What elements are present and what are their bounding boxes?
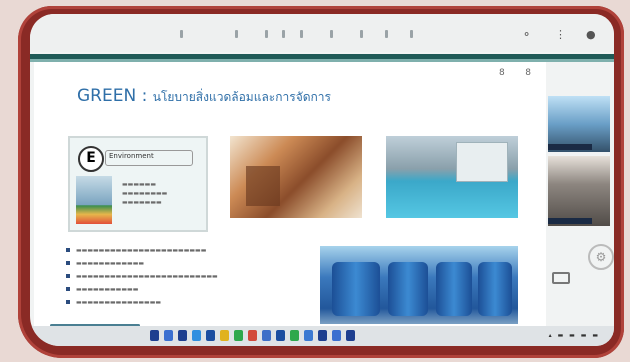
taskbar-app-icon[interactable] [248,330,257,341]
bullet-item: ▬▬▬▬▬▬▬▬▬▬▬▬ [66,257,218,270]
environment-badge: E [78,146,104,172]
bullet-item: ▬▬▬▬▬▬▬▬▬▬▬ [66,283,218,296]
taskbar-app-icon[interactable] [164,330,173,341]
user-icon[interactable]: ● [586,28,596,41]
water-tank [478,262,512,316]
windows-taskbar: ▴ ▬ ▬ ▬ ▬ [30,326,614,346]
chat-icon[interactable] [552,272,570,284]
taskbar-app-icon[interactable] [262,330,271,341]
water-tank [332,262,380,316]
participant-video-thumbnail[interactable] [548,96,610,152]
participant-video-thumbnail[interactable] [548,156,610,226]
presentation-toolbar: ⚬ ⋮ ● [30,14,614,52]
bell-icon[interactable]: ⚬ [522,28,531,41]
monitor-screen: ⚬ ⋮ ● 8 8 GREEN : นโยบายสิ่งแวดล้อมและกา… [30,14,614,346]
environment-caption: Environment [105,150,193,166]
toolbar-tool[interactable] [385,30,388,38]
environment-card: E Environment ▬▬▬▬▬▬ ▬▬▬▬▬▬▬▬ ▬▬▬▬▬▬▬ [68,136,208,232]
pool-building [456,142,508,182]
toolbar-tool[interactable] [235,30,238,38]
taskbar-app-icon[interactable] [332,330,341,341]
toolbar-tool[interactable] [330,30,333,38]
swimming-pool-photo [386,136,518,218]
slide-page-number: 8 8 [499,68,535,78]
info-icon[interactable]: ⋮ [555,28,566,41]
taskbar-app-icon[interactable] [234,330,243,341]
environment-description: ▬▬▬▬▬▬ ▬▬▬▬▬▬▬▬ ▬▬▬▬▬▬▬ [122,181,168,206]
slide-title-sub: นโยบายสิ่งแวดล้อมและการจัดการ [152,90,331,104]
taskbar-app-icon[interactable] [220,330,229,341]
building-illustration [76,176,112,224]
toolbar-tool[interactable] [410,30,413,38]
bullet-item: ▬▬▬▬▬▬▬▬▬▬▬▬▬▬▬▬▬▬▬▬▬▬▬▬▬ [66,270,218,283]
slide-canvas: 8 8 GREEN : นโยบายสิ่งแวดล้อมและการจัดกา… [34,62,546,340]
toolbar-tool[interactable] [180,30,183,38]
slide-title-main: GREEN : [77,86,148,106]
toolbar-tool[interactable] [360,30,363,38]
participant-name-tag [548,144,592,150]
bullet-item: ▬▬▬▬▬▬▬▬▬▬▬▬▬▬▬ [66,296,218,309]
toolbar-tool[interactable] [265,30,268,38]
taskbar-app-icon[interactable] [318,330,327,341]
bullet-list: ▬▬▬▬▬▬▬▬▬▬▬▬▬▬▬▬▬▬▬▬▬▬▬ ▬▬▬▬▬▬▬▬▬▬▬▬ ▬▬▬… [66,244,218,309]
participant-name-tag [548,218,592,224]
water-tanks-photo [320,246,518,324]
system-tray: ▴ ▬ ▬ ▬ ▬ [548,332,600,339]
toolbar-tool[interactable] [282,30,285,38]
room-furniture [246,166,280,206]
bullet-item: ▬▬▬▬▬▬▬▬▬▬▬▬▬▬▬▬▬▬▬▬▬▬▬ [66,244,218,257]
taskbar-app-icon[interactable] [346,330,355,341]
slide-title: GREEN : นโยบายสิ่งแวดล้อมและการจัดการ [77,86,331,107]
taskbar-app-icon[interactable] [178,330,187,341]
taskbar-app-icon[interactable] [290,330,299,341]
taskbar-app-icon[interactable] [192,330,201,341]
taskbar-app-icon[interactable] [206,330,215,341]
toolbar-tool[interactable] [300,30,303,38]
water-tank [436,262,472,316]
taskbar-app-icon[interactable] [304,330,313,341]
water-tank [388,262,428,316]
settings-gear-icon[interactable]: ⚙ [588,244,614,270]
hotel-room-photo [230,136,362,218]
taskbar-app-icon[interactable] [276,330,285,341]
taskbar-app-icon[interactable] [150,330,159,341]
